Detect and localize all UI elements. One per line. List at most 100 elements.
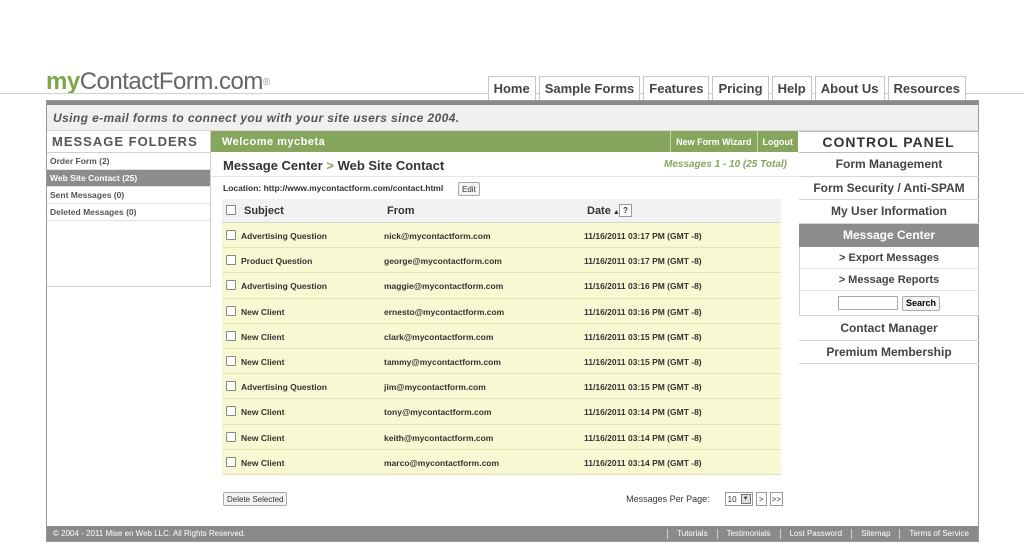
pagination: Messages Per Page: 10 ▼ > >>	[626, 492, 783, 506]
row-subject[interactable]: Advertising Question	[241, 231, 327, 241]
main-frame: Using e-mail forms to connect you with y…	[46, 100, 979, 542]
row-from: nick@mycontactform.com	[384, 231, 491, 241]
row-subject[interactable]: Product Question	[241, 256, 312, 266]
row-date: 11/16/2011 03:16 PM (GMT -8)	[584, 281, 702, 292]
row-checkbox[interactable]	[226, 355, 236, 366]
nav-tab-sample-forms[interactable]: Sample Forms	[538, 76, 641, 100]
cp-premium-membership[interactable]: Premium Membership	[799, 341, 979, 364]
message-folders-panel: MESSAGE FOLDERS Order Form (2) Web Site …	[47, 131, 211, 287]
nav-tab-home[interactable]: Home	[487, 76, 536, 100]
table-row[interactable]: Product Question george@mycontactform.com…	[222, 248, 781, 274]
cp-contact-manager[interactable]: Contact Manager	[799, 317, 979, 341]
last-page-button[interactable]: >>	[769, 492, 783, 506]
footer-link-sitemap[interactable]: Sitemap	[851, 528, 899, 539]
column-header-subject[interactable]: Subject	[244, 205, 284, 217]
cp-message-reports[interactable]: > Message Reports	[799, 269, 979, 291]
row-checkbox[interactable]	[226, 406, 236, 417]
nav-tab-features[interactable]: Features	[643, 76, 710, 100]
cp-form-management[interactable]: Form Management	[799, 153, 979, 177]
table-row[interactable]: New Client tony@mycontactform.com 11/16/20…	[222, 399, 781, 425]
edit-location-button[interactable]: Edit	[458, 182, 480, 196]
table-row[interactable]: New Client tammy@mycontactform.com 11/16/2…	[222, 348, 781, 375]
control-panel: CONTROL PANEL Form Management Form Secur…	[799, 131, 979, 364]
row-checkbox[interactable]	[226, 305, 236, 316]
footer-link-testimonials[interactable]: Testimonials	[716, 528, 780, 539]
footer-link-terms-of-service[interactable]: Terms of Service	[899, 528, 978, 539]
row-subject[interactable]: New Client	[241, 307, 284, 317]
table-body: Advertising Question nick@mycontactform.c…	[222, 223, 781, 475]
cp-message-center[interactable]: Message Center	[799, 223, 979, 247]
logout-link[interactable]: Logout	[756, 131, 799, 152]
new-form-wizard-link[interactable]: New Form Wizard	[670, 131, 756, 152]
row-subject[interactable]: New Client	[241, 407, 284, 417]
column-header-date[interactable]: Date ▲	[587, 205, 620, 217]
footer-link-tutorials[interactable]: Tutorials	[667, 528, 716, 539]
cp-search-button[interactable]: Search	[901, 295, 941, 311]
message-center-header: Message Center > Web Site Contact Messag…	[211, 152, 798, 176]
nav-tab-about-us[interactable]: About Us	[814, 76, 885, 100]
logo-registered-icon: ®	[262, 77, 270, 89]
row-date: 11/16/2011 03:16 PM (GMT -8)	[584, 306, 702, 317]
page-title: Message Center > Web Site Contact	[223, 158, 444, 173]
row-from: marco@mycontactform.com	[384, 457, 500, 468]
logo-my: my	[46, 68, 80, 95]
row-date: 11/16/2011 03:14 PM (GMT -8)	[584, 407, 702, 418]
row-from: ernesto@mycontactform.com	[384, 306, 505, 317]
nav-tab-resources[interactable]: Resources	[887, 76, 966, 100]
next-page-button[interactable]: >	[755, 492, 767, 506]
row-subject[interactable]: Advertising Question	[241, 281, 327, 291]
table-row[interactable]: New Client keith@mycontactform.com 11/16/2…	[222, 424, 781, 450]
page: myContactForm.com® Home Sample Forms Fea…	[0, 0, 1024, 560]
nav-tab-pricing[interactable]: Pricing	[712, 76, 769, 100]
row-date: 11/16/2011 03:14 PM (GMT -8)	[584, 457, 702, 468]
table-row[interactable]: New Client clark@mycontactform.com 11/16/2…	[222, 323, 781, 349]
dropdown-arrow-icon: ▼	[740, 494, 751, 504]
row-from: keith@mycontactform.com	[384, 432, 494, 443]
row-checkbox[interactable]	[226, 431, 236, 442]
per-page-value: 10	[727, 494, 737, 504]
row-date: 11/16/2011 03:15 PM (GMT -8)	[584, 331, 702, 342]
site-logo[interactable]: myContactForm.com®	[46, 68, 270, 96]
table-row[interactable]: New Client ernesto@mycontactform.com 11/16…	[222, 298, 781, 324]
row-checkbox[interactable]	[226, 456, 236, 467]
row-subject[interactable]: New Client	[241, 357, 284, 367]
folder-sent-messages[interactable]: Sent Messages (0)	[47, 187, 210, 204]
cp-export-messages[interactable]: > Export Messages	[799, 247, 979, 269]
cp-form-security[interactable]: Form Security / Anti-SPAM	[799, 177, 979, 200]
copyright-text: © 2004 - 2011 Mise en Web LLC. All Right…	[53, 529, 246, 538]
row-subject[interactable]: New Client	[241, 332, 284, 342]
table-row[interactable]: Advertising Question nick@mycontactform.c…	[222, 223, 781, 249]
table-row[interactable]: Advertising Question jim@mycontactform.co…	[222, 374, 781, 400]
cp-search-input[interactable]	[837, 296, 898, 310]
row-date: 11/16/2011 03:17 PM (GMT -8)	[584, 256, 702, 267]
cp-my-user-information[interactable]: My User Information	[799, 200, 979, 224]
date-help-button[interactable]: ?	[619, 204, 632, 217]
row-date: 11/16/2011 03:15 PM (GMT -8)	[584, 356, 702, 367]
folder-web-site-contact[interactable]: Web Site Contact (25)	[47, 170, 210, 187]
nav-tab-help[interactable]: Help	[771, 76, 812, 100]
row-checkbox[interactable]	[226, 230, 236, 240]
footer-link-lost-password[interactable]: Lost Password	[779, 528, 851, 539]
row-subject[interactable]: New Client	[241, 433, 284, 443]
folder-order-form[interactable]: Order Form (2)	[47, 153, 210, 170]
row-from: tony@mycontactform.com	[384, 407, 492, 418]
row-subject[interactable]: Advertising Question	[241, 382, 327, 392]
table-row[interactable]: New Client marco@mycontactform.com 11/16/2…	[222, 449, 781, 475]
select-all-checkbox[interactable]	[226, 205, 236, 215]
table-footer: Delete Selected Messages Per Page: 10 ▼ >…	[223, 491, 783, 509]
welcome-text: Welcome mycbeta	[222, 135, 326, 148]
row-subject[interactable]: New Client	[241, 458, 284, 468]
footer: © 2004 - 2011 Mise en Web LLC. All Right…	[47, 526, 978, 541]
footer-links: Tutorials Testimonials Lost Password Sit…	[667, 526, 978, 541]
row-from: clark@mycontactform.com	[384, 331, 494, 342]
per-page-select[interactable]: 10 ▼	[724, 492, 753, 506]
breadcrumb-separator: >	[326, 158, 334, 173]
row-checkbox[interactable]	[226, 381, 236, 392]
row-checkbox[interactable]	[226, 280, 236, 291]
row-checkbox[interactable]	[226, 330, 236, 341]
column-header-from[interactable]: From	[387, 205, 415, 217]
row-checkbox[interactable]	[226, 255, 236, 266]
folder-deleted-messages[interactable]: Deleted Messages (0)	[47, 204, 210, 221]
table-row[interactable]: Advertising Question maggie@mycontactform…	[222, 273, 781, 299]
delete-selected-button[interactable]: Delete Selected	[223, 492, 288, 506]
